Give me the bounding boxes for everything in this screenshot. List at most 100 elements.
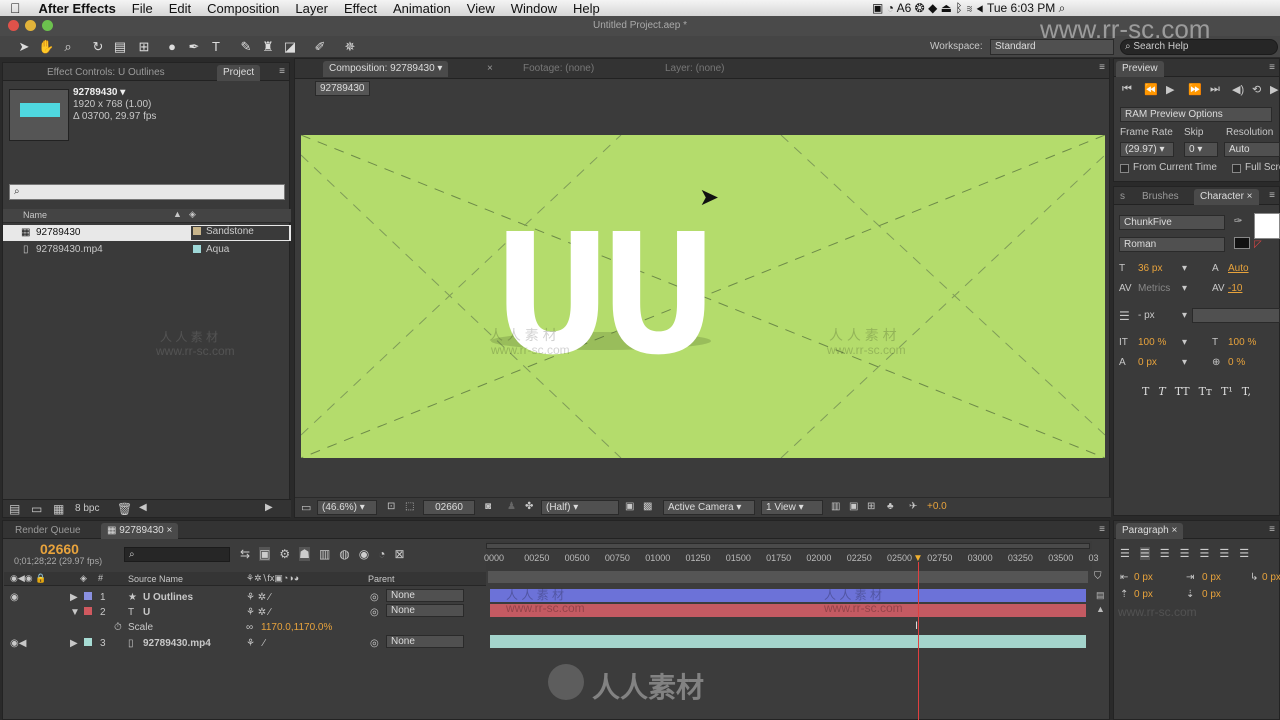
tab-composition[interactable]: Composition: 92789430 ▾ xyxy=(323,61,449,77)
kerning-dropdown-icon[interactable]: ▾ xyxy=(1182,283,1187,294)
current-time-indicator-line[interactable] xyxy=(918,562,919,720)
all-caps-button[interactable]: TT xyxy=(1175,385,1190,398)
loop-icon[interactable]: ⟲ xyxy=(1252,83,1261,96)
panel-menu-icon[interactable]: ≡ xyxy=(279,66,285,77)
mask-visibility-icon[interactable]: ⬚ xyxy=(405,501,414,512)
close-tab-icon[interactable]: × xyxy=(481,61,499,77)
view-layout-dropdown[interactable]: 1 View ▾ xyxy=(761,500,823,515)
tracking-value[interactable]: -10 xyxy=(1228,283,1242,294)
parent-dropdown[interactable]: None xyxy=(386,635,464,648)
close-window-button[interactable] xyxy=(8,20,19,31)
menu-help[interactable]: Help xyxy=(565,1,608,16)
draft-3d-icon[interactable]: ⚙ xyxy=(279,547,290,561)
parent-dropdown[interactable]: None xyxy=(386,604,464,617)
justify-right-icon[interactable]: ☰ xyxy=(1219,547,1229,560)
bit-depth-button[interactable]: 8 bpc xyxy=(75,503,99,514)
panel-menu-icon[interactable]: ≡ xyxy=(1269,190,1275,201)
auto-keyframe-icon[interactable]: ◔ xyxy=(378,547,385,561)
last-frame-icon[interactable]: ⏭ xyxy=(1210,83,1220,96)
indent-left-value[interactable]: 0 px xyxy=(1134,572,1153,583)
selected-item-name[interactable]: 92789430 ▾ xyxy=(73,87,125,98)
timeline-icon[interactable]: ⊞ xyxy=(867,501,875,512)
brush-tool-icon[interactable]: ✎ xyxy=(238,39,254,55)
parent-column[interactable]: Parent xyxy=(368,574,395,584)
zoom-tool-icon[interactable]: ⌕ xyxy=(60,39,76,55)
faux-italic-button[interactable]: T xyxy=(1158,385,1165,398)
tab-render-queue[interactable]: Render Queue xyxy=(9,523,87,539)
no-stroke-icon[interactable]: ◸ xyxy=(1254,239,1262,250)
layer-track-bar[interactable] xyxy=(490,635,1086,648)
flowchart-icon[interactable]: ♣ xyxy=(887,501,894,512)
menu-window[interactable]: Window xyxy=(503,1,565,16)
tab-footage[interactable]: Footage: (none) xyxy=(517,61,600,77)
brainstorm-icon[interactable]: ◉ xyxy=(359,547,369,561)
hide-shy-icon[interactable]: ☗ xyxy=(299,547,310,561)
live-update-icon[interactable]: ▣ xyxy=(259,547,271,561)
scroll-right-icon[interactable]: ▶ xyxy=(265,502,273,513)
minimize-window-button[interactable] xyxy=(25,20,36,31)
space-after-value[interactable]: 0 px xyxy=(1202,589,1221,600)
layer-name[interactable]: 92789430.mp4 xyxy=(143,636,211,651)
leading-value[interactable]: Auto xyxy=(1228,263,1249,274)
font-family-dropdown[interactable]: ChunkFive xyxy=(1119,215,1225,230)
selection-tool-icon[interactable]: ➤ xyxy=(16,39,32,55)
layer-label-swatch[interactable] xyxy=(84,592,92,600)
fast-previews-icon[interactable]: ▣ xyxy=(849,501,858,512)
av-features-icon[interactable]: ◉◀◉ 🔒 xyxy=(10,573,46,584)
adobe-icon[interactable]: A xyxy=(897,1,905,15)
tab-effect-controls[interactable]: Effect Controls: U Outlines xyxy=(41,65,171,81)
tab-left-partial[interactable]: s xyxy=(1114,189,1131,205)
roto-brush-tool-icon[interactable]: ✐ xyxy=(312,39,328,55)
resolution-dropdown[interactable]: (Half) ▾ xyxy=(541,500,619,515)
label-tag-icon[interactable]: ◈ xyxy=(80,573,87,584)
font-size-value[interactable]: 36 px xyxy=(1138,263,1162,274)
align-right-icon[interactable]: ☰ xyxy=(1160,547,1170,560)
justify-all-icon[interactable]: ☰ xyxy=(1239,547,1249,560)
faux-bold-button[interactable]: T xyxy=(1142,385,1149,398)
zoom-window-button[interactable] xyxy=(42,20,53,31)
timeline-search-input[interactable]: ⌕ xyxy=(124,547,230,562)
fill-color-swatch[interactable] xyxy=(1254,213,1280,239)
stroke-type-dropdown[interactable] xyxy=(1192,308,1280,323)
layer-label-swatch[interactable] xyxy=(84,607,92,615)
scroll-left-icon[interactable]: ◀ xyxy=(139,502,147,513)
tsume-value[interactable]: 0 % xyxy=(1228,357,1245,368)
menu-app[interactable]: After Effects xyxy=(31,1,124,16)
eraser-tool-icon[interactable]: ◪ xyxy=(282,39,298,55)
tab-character[interactable]: Character × xyxy=(1194,189,1259,205)
constrain-proportions-icon[interactable]: ∞ xyxy=(246,620,253,635)
align-center-icon[interactable]: ☰ xyxy=(1139,547,1150,560)
baseline-shift-value[interactable]: 0 px xyxy=(1138,357,1157,368)
column-name[interactable]: Name xyxy=(23,210,47,220)
panel-menu-icon[interactable]: ≡ xyxy=(1269,62,1275,73)
next-frame-icon[interactable]: ⏩ xyxy=(1188,83,1202,96)
project-item-row[interactable]: ▦ 92789430 Sandstone xyxy=(3,225,291,241)
always-preview-icon[interactable]: ▭ xyxy=(301,501,311,514)
timer-icon[interactable]: ◔ xyxy=(887,1,894,15)
justify-center-icon[interactable]: ☰ xyxy=(1200,547,1210,560)
menu-view[interactable]: View xyxy=(459,1,503,16)
menu-layer[interactable]: Layer xyxy=(287,1,336,16)
new-folder-icon[interactable]: ▭ xyxy=(31,502,42,516)
snapshot-icon[interactable]: ◙ xyxy=(485,501,491,512)
from-current-time-checkbox[interactable] xyxy=(1120,164,1129,173)
composition-viewer[interactable]: UU ➤ 人 人 素 材 www.rr-sc.com 人 人 素 材 www.r… xyxy=(301,135,1105,458)
font-style-dropdown[interactable]: Roman xyxy=(1119,237,1225,252)
sort-arrow-icon[interactable]: ▲ xyxy=(173,209,182,219)
camera-dropdown[interactable]: Active Camera ▾ xyxy=(663,500,755,515)
tab-layer[interactable]: Layer: (none) xyxy=(659,61,730,77)
ram-preview-icon[interactable]: ▶ xyxy=(1270,83,1278,96)
layer-row[interactable]: ◉ ▶ 1 ★ U Outlines ⚘ ✲ ∕ ◎ None xyxy=(4,588,486,603)
stroke-width-dropdown-icon[interactable]: ▾ xyxy=(1182,310,1187,321)
bluetooth-icon[interactable]: ᛒ xyxy=(955,1,962,15)
zoom-dropdown[interactable]: (46.6%) ▾ xyxy=(317,500,377,515)
comp-work-area[interactable] xyxy=(488,571,1088,583)
scale-value[interactable]: 1170.0,1170.0% xyxy=(261,620,332,635)
switches-column-icon[interactable]: ⚘✲∖fx▣◔◑◕ xyxy=(246,573,299,584)
camera-tool-icon[interactable]: ▤ xyxy=(112,39,128,55)
spotlight-icon[interactable]: ⌕ xyxy=(1059,1,1066,15)
exposure-icon[interactable]: ✈ xyxy=(909,501,917,512)
project-item-row[interactable]: ▯ 92789430.mp4 Aqua xyxy=(3,242,291,258)
panel-menu-icon[interactable]: ≡ xyxy=(1269,524,1275,535)
menu-effect[interactable]: Effect xyxy=(336,1,385,16)
